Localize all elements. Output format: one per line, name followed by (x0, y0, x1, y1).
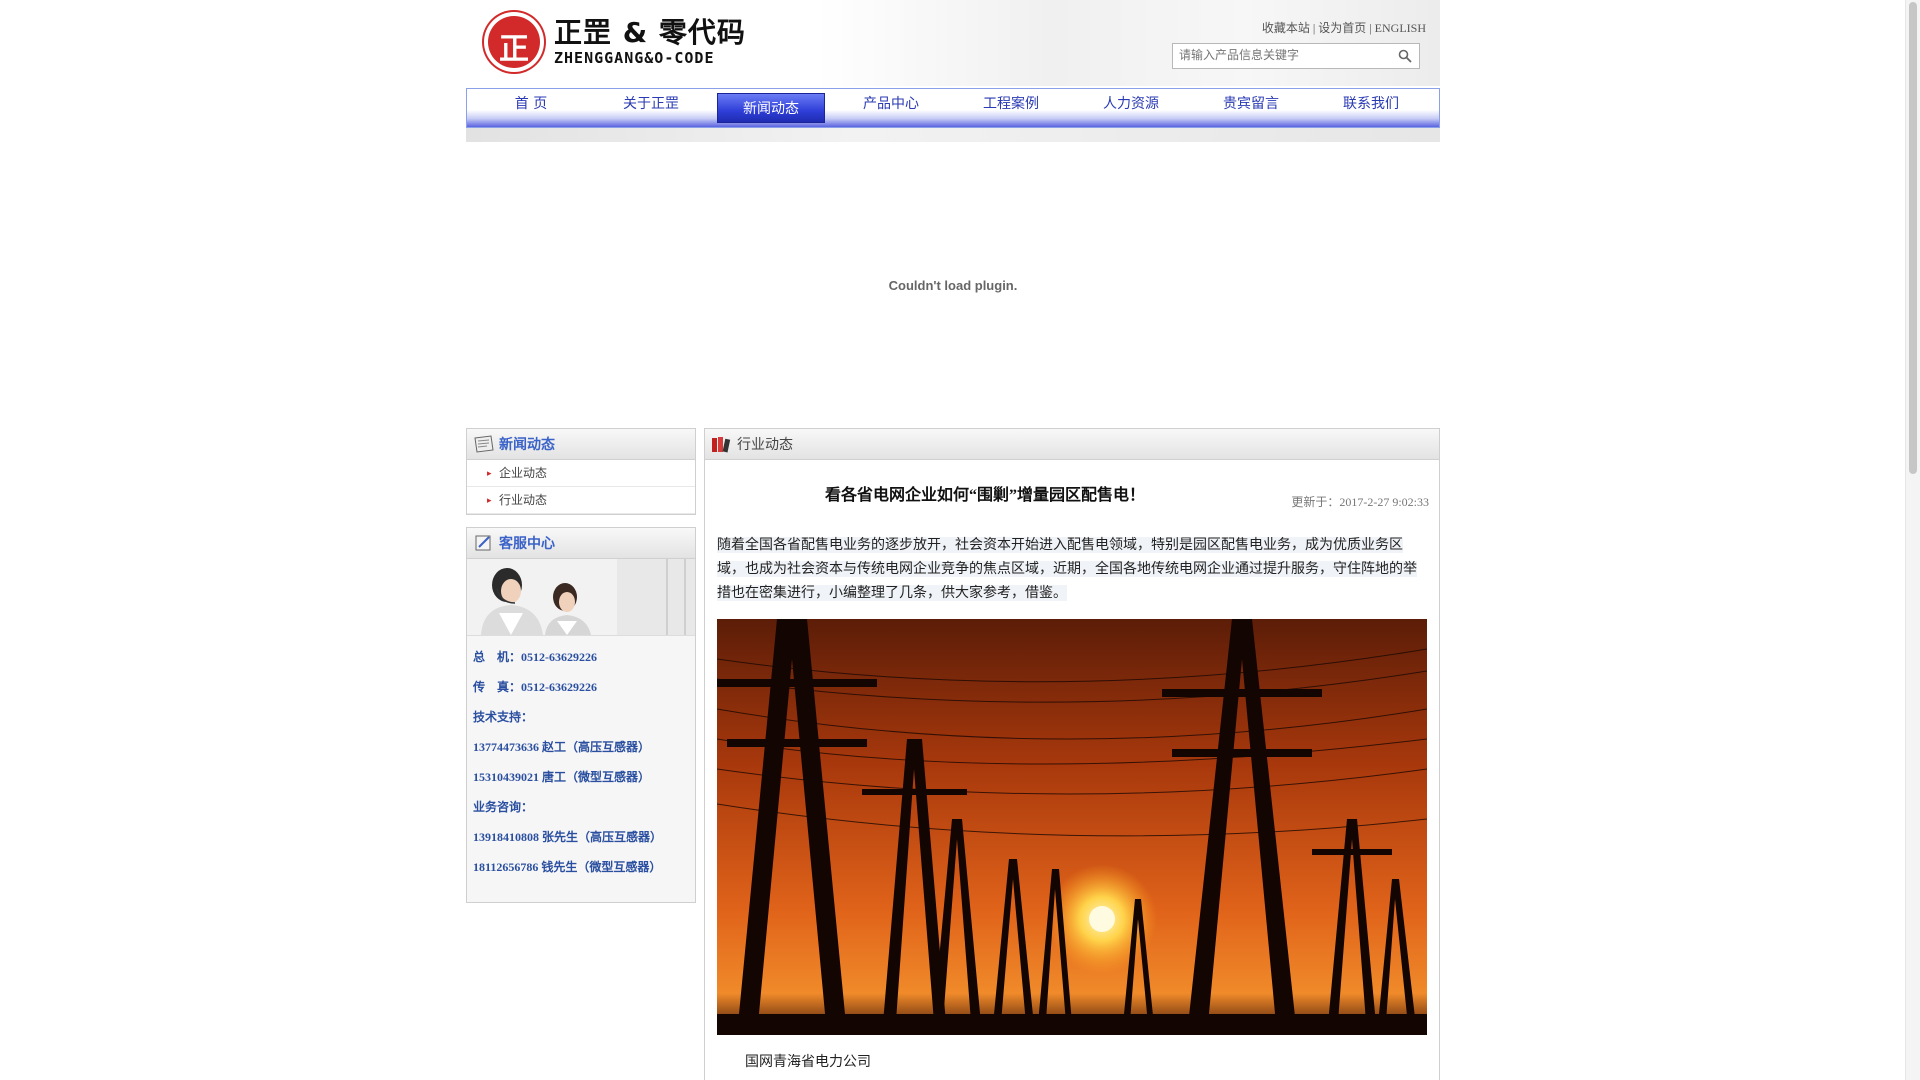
nav-about[interactable]: 关于正罡 (591, 89, 711, 127)
news-box-header: 新闻动态 (467, 429, 695, 460)
search-input[interactable] (1173, 44, 1395, 66)
news-box-title: 新闻动态 (499, 437, 555, 453)
contact-tech-1: 13774473636 赵工（高压互感器） (473, 740, 651, 754)
nav-guestbook[interactable]: 贵宾留言 (1191, 89, 1311, 127)
service-box: 客服中心 总 机：0512-63629226 传 真：0512-63629226… (466, 527, 696, 903)
customer-service-image (467, 559, 695, 636)
article-updated: 更新于：2017-2-27 9:02:33 (1291, 495, 1429, 509)
page: 正 正罡 & 零代码 ZHENGGANG&O-CODE 收藏本站 | 设为首页 … (466, 0, 1440, 1080)
plugin-placeholder: Couldn't load plugin. (466, 142, 1440, 428)
bookmark-link[interactable]: 收藏本站 (1262, 21, 1310, 35)
sub-bar (466, 128, 1440, 142)
sidebar: 新闻动态 ▸ 企业动态 ▸ 行业动态 客服中心 总 机：0512-6362922… (466, 428, 696, 915)
article-title: 看各省电网企业如何“围剿”增量园区配售电！ (824, 487, 1145, 504)
section-title: 行业动态 (737, 437, 793, 453)
header: 正 正罡 & 零代码 ZHENGGANG&O-CODE 收藏本站 | 设为首页 … (466, 0, 1440, 86)
news-icon (474, 435, 494, 453)
contact-fax: 传 真：0512-63629226 (473, 680, 597, 694)
contact-tech-2: 15310439021 唐工（微型互感器） (473, 770, 651, 784)
contact-business-2: 18112656786 钱先生（微型互感器） (473, 860, 662, 874)
set-homepage-link[interactable]: 设为首页 (1318, 21, 1366, 35)
service-icon (475, 535, 491, 551)
sidebar-item-company-news[interactable]: ▸ 企业动态 (467, 460, 695, 487)
nav-projects[interactable]: 工程案例 (951, 89, 1071, 127)
sidebar-item-industry-news[interactable]: ▸ 行业动态 (467, 487, 695, 514)
nav-products[interactable]: 产品中心 (831, 89, 951, 127)
contact-list: 总 机：0512-63629226 传 真：0512-63629226 技术支持… (467, 636, 695, 902)
logo-mark: 正 (484, 12, 544, 72)
news-box: 新闻动态 ▸ 企业动态 ▸ 行业动态 (466, 428, 696, 515)
main-nav: 首 页 关于正罡 新闻动态 产品中心 工程案例 人力资源 贵宾留言 联系我们 (466, 88, 1440, 128)
article-paragraph: 随着全国各省配售电业务的逐步放开，社会资本开始进入配售电领域，特别是园区配售电业… (717, 537, 1417, 601)
book-icon (712, 437, 731, 453)
search-box (1172, 43, 1420, 69)
nav-hr[interactable]: 人力资源 (1071, 89, 1191, 127)
main-content: 行业动态 看各省电网企业如何“围剿”增量园区配售电！ 更新于：2017-2-27… (704, 428, 1440, 1080)
article-photo (717, 619, 1427, 1035)
contact-business-1: 13918410808 张先生（高压互感器） (473, 830, 663, 844)
service-box-header: 客服中心 (467, 528, 695, 559)
top-links: 收藏本站 | 设为首页 | ENGLISH (1261, 21, 1426, 35)
logo[interactable]: 正 正罡 & 零代码 ZHENGGANG&O-CODE (484, 12, 746, 72)
contact-business-label: 业务咨询： (473, 800, 534, 814)
service-box-title: 客服中心 (499, 536, 555, 552)
nav-news[interactable]: 新闻动态 (717, 93, 825, 123)
section-header: 行业动态 (705, 429, 1439, 460)
arrow-icon: ▸ (487, 468, 492, 478)
photo-caption: 国网青海省电力公司 (745, 1054, 871, 1070)
contact-switchboard: 总 机：0512-63629226 (473, 650, 597, 664)
logo-text: 正罡 & 零代码 ZHENGGANG&O-CODE (554, 16, 746, 68)
scrollbar-thumb[interactable] (1909, 2, 1917, 474)
search-icon[interactable] (1397, 48, 1413, 64)
contact-tech-label: 技术支持： (473, 710, 534, 724)
news-sublist: ▸ 企业动态 ▸ 行业动态 (467, 460, 695, 514)
nav-home[interactable]: 首 页 (471, 89, 591, 127)
arrow-icon: ▸ (487, 495, 492, 505)
english-link[interactable]: ENGLISH (1375, 21, 1426, 35)
logo-en: ZHENGGANG&O-CODE (554, 49, 715, 67)
nav-contact[interactable]: 联系我们 (1311, 89, 1431, 127)
logo-cn: 正罡 & 零代码 (554, 16, 746, 49)
page-scrollbar[interactable] (1905, 0, 1920, 1080)
plugin-message: Couldn't load plugin. (888, 277, 1018, 293)
